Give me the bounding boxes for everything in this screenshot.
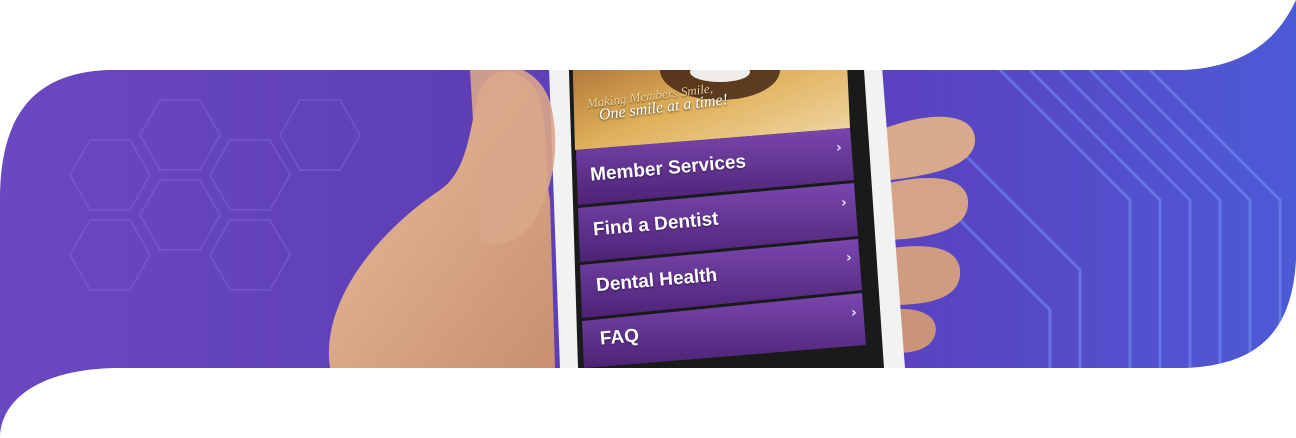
menu-item-member-services[interactable]: Member Services: [589, 151, 747, 187]
menu-item-dental-health[interactable]: Dental Health: [595, 265, 718, 297]
phone-screen: Making Members Smile, One smile at a tim…: [0, 0, 1296, 438]
chevron-right-icon: ›: [841, 195, 847, 211]
chevron-right-icon: ›: [851, 305, 857, 321]
menu-item-faq[interactable]: FAQ: [599, 325, 640, 350]
chevron-right-icon: ›: [846, 250, 852, 266]
menu-item-find-a-dentist[interactable]: Find a Dentist: [592, 209, 719, 242]
chevron-right-icon: ›: [836, 140, 842, 156]
